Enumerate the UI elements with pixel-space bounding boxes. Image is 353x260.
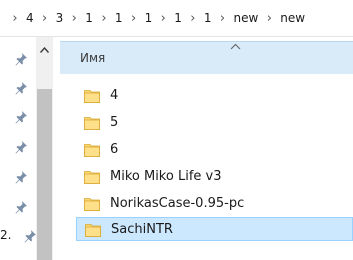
name-column-header[interactable]: Имя [60,41,353,74]
folder-icon [84,142,100,157]
file-name: SachiNTR [111,221,173,237]
folder-icon [84,115,100,130]
chevron-right-icon[interactable]: › [67,11,81,26]
nav-scrollbar[interactable] [36,37,53,260]
breadcrumb-segment[interactable]: new [229,11,262,25]
list-item[interactable]: Miko Miko Life v3 [76,164,353,188]
chevron-right-icon[interactable]: › [262,11,276,26]
file-list-pane: Имя 4 5 6 Miko Miko Life v3 NorikasCase-… [60,37,353,260]
list-item[interactable]: NorikasCase-0.95-pc [76,191,353,215]
list-item[interactable]: 6 [76,137,353,161]
file-name: Miko Miko Life v3 [110,168,222,184]
folder-icon [85,222,101,237]
chevron-right-icon[interactable]: › [186,11,200,26]
breadcrumb-segment[interactable]: 1 [141,11,157,25]
breadcrumb-segment[interactable]: new [276,11,309,25]
breadcrumb-segment[interactable]: 1 [200,11,216,25]
folder-icon [84,88,100,103]
file-name: 5 [110,114,119,130]
chevron-right-icon[interactable]: › [127,11,141,26]
navigation-pane: 2. [0,37,58,260]
column-label-name: Имя [80,51,106,65]
pin-icon[interactable] [13,199,29,215]
list-item[interactable]: 5 [76,110,353,134]
chevron-right-icon[interactable]: › [156,11,170,26]
chevron-right-icon[interactable]: › [215,11,229,26]
pin-icon[interactable] [13,169,29,185]
file-name: 4 [110,87,119,103]
pin-icon[interactable] [13,139,29,155]
chevron-right-icon[interactable]: › [38,11,52,26]
breadcrumb-segment[interactable]: 1 [111,11,127,25]
breadcrumb-segment[interactable]: 1 [170,11,186,25]
pin-icon[interactable] [13,80,29,96]
pin-icon[interactable] [13,51,29,67]
scrollbar-thumb[interactable] [37,89,52,260]
breadcrumb: › 4 › 3 › 1 › 1 › 1 › 1 › 1 › new › new [0,0,353,37]
folder-icon [84,169,100,184]
breadcrumb-segment[interactable]: 3 [52,11,68,25]
scroll-up-arrow-icon[interactable] [36,41,53,59]
chevron-right-icon[interactable]: › [8,11,22,26]
pin-icon[interactable] [13,109,29,125]
folder-icon [84,196,100,211]
sort-ascending-icon [230,40,241,53]
breadcrumb-segment[interactable]: 1 [81,11,97,25]
nav-item-label[interactable]: 2. [0,228,11,242]
chevron-right-icon[interactable]: › [97,11,111,26]
breadcrumb-segment[interactable]: 4 [22,11,38,25]
list-item-selected[interactable]: SachiNTR [76,217,353,241]
file-name: 6 [110,141,119,157]
file-name: NorikasCase-0.95-pc [110,195,245,211]
list-item[interactable]: 4 [76,83,353,107]
